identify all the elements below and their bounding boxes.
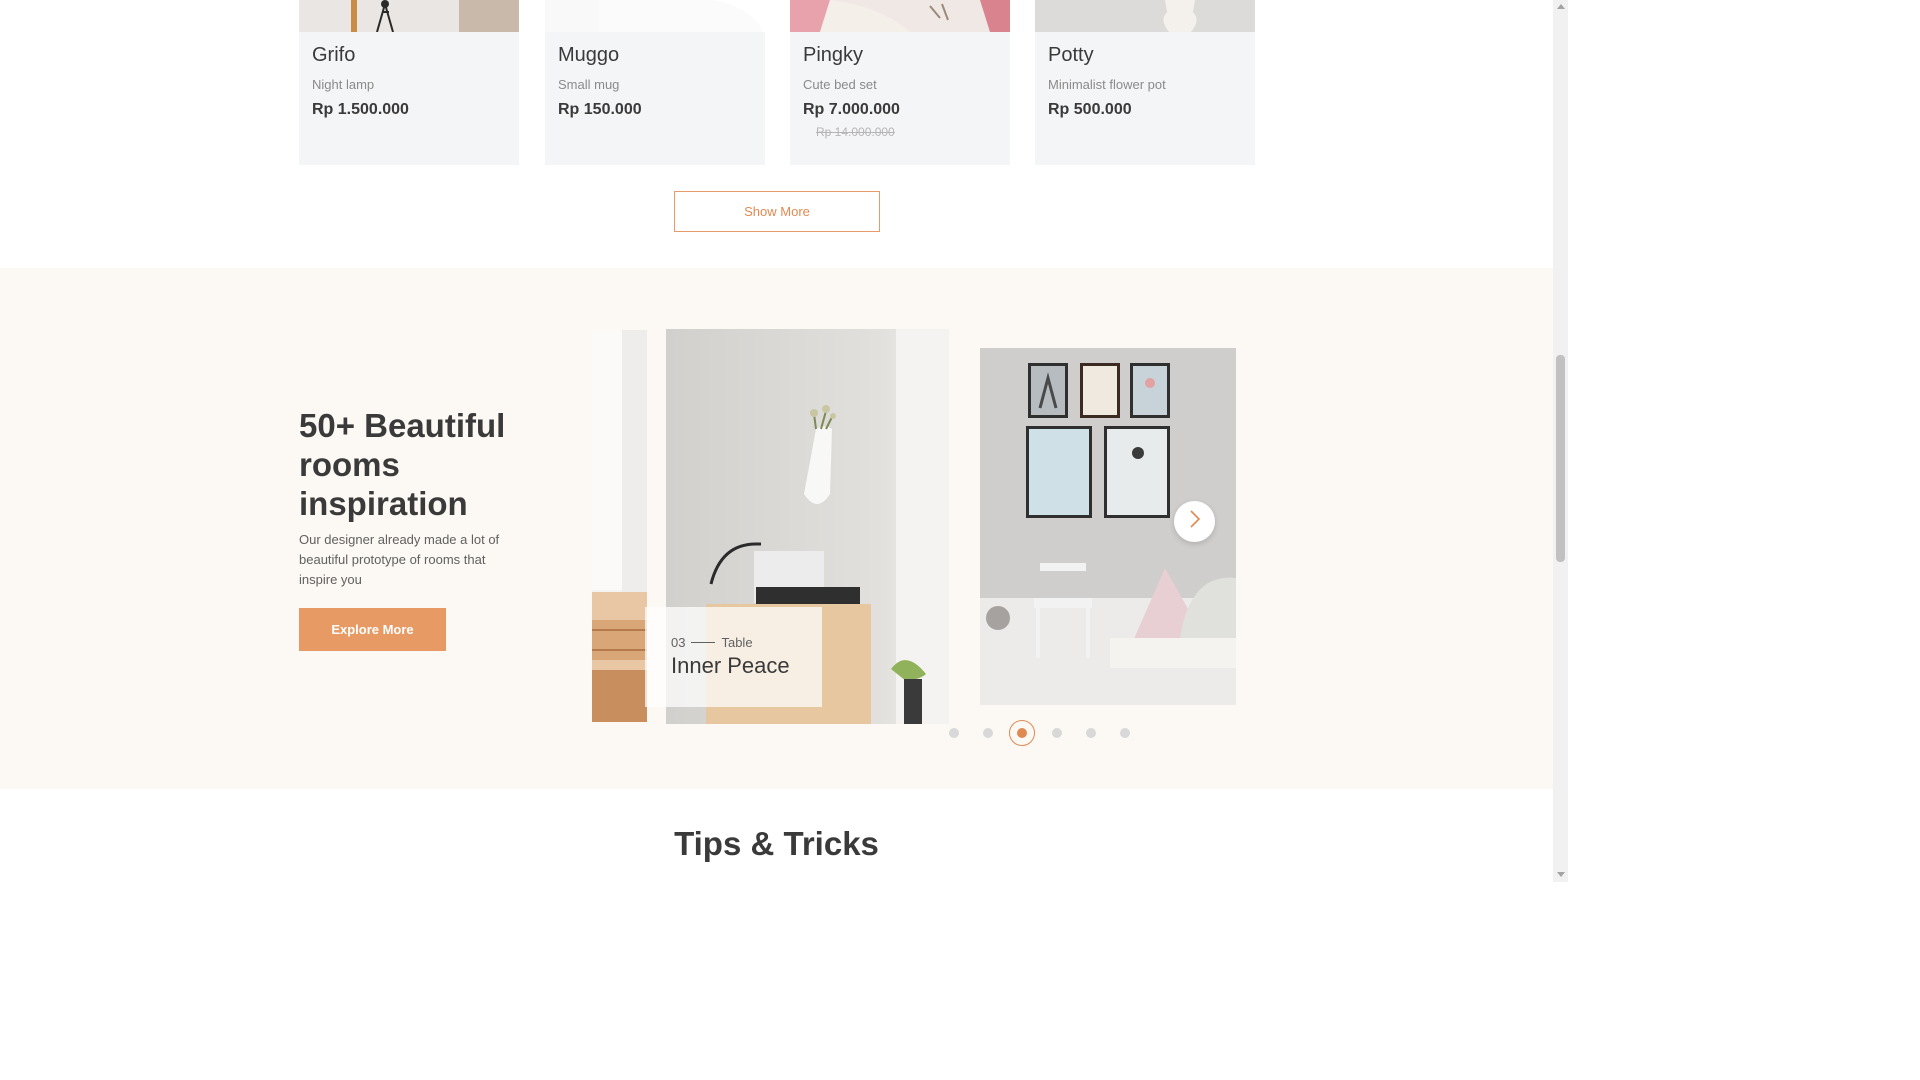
caption-number: 03 — [671, 635, 686, 650]
carousel-dot-3[interactable] — [1009, 720, 1035, 746]
inspiration-title: 50+ Beautiful rooms inspiration — [299, 407, 506, 522]
product-card-potty[interactable]: Potty Minimalist flower pot Rp 500.000 — [1035, 0, 1255, 165]
show-more-button[interactable]: Show More — [674, 191, 880, 232]
scroll-down-icon[interactable] — [1557, 872, 1565, 877]
carousel-dot-4[interactable] — [1052, 728, 1062, 738]
caption-meta: 03 Table — [671, 635, 753, 650]
caption-title: Inner Peace — [671, 653, 790, 678]
inspiration-subtitle: Our designer already made a lot of beaut… — [299, 532, 500, 587]
chevron-right-icon — [1187, 509, 1203, 534]
slide-caption: 03 Table Inner Peace — [645, 607, 822, 707]
caption-divider — [691, 642, 716, 643]
product-description: Cute bed set — [803, 77, 877, 92]
scrollbar[interactable] — [1553, 0, 1568, 882]
rooms-inspiration-section: 50+ Beautiful rooms inspiration Our desi… — [0, 268, 1553, 789]
product-price: Rp 500.000 — [1048, 101, 1132, 118]
carousel-dot-5[interactable] — [1086, 728, 1096, 738]
carousel-dots — [940, 720, 1140, 746]
product-image — [545, 0, 765, 32]
product-description: Small mug — [558, 77, 620, 92]
carousel-dot-2[interactable] — [983, 728, 993, 738]
scroll-up-icon[interactable] — [1557, 4, 1565, 9]
product-card-pingky[interactable]: Pingky Cute bed set Rp 7.000.000 Rp 14.0… — [790, 0, 1010, 165]
product-image — [299, 0, 519, 32]
product-image — [790, 0, 1010, 32]
carousel-dot-6[interactable] — [1120, 728, 1130, 738]
carousel-dot-1[interactable] — [949, 728, 959, 738]
product-card-muggo[interactable]: Muggo Small mug Rp 150.000 — [545, 0, 765, 165]
product-old-price: Rp 14.000.000 — [816, 125, 895, 139]
product-description: Minimalist flower pot — [1048, 77, 1166, 92]
product-price: Rp 1.500.000 — [312, 101, 409, 118]
product-card-grifo[interactable]: Grifo Night lamp Rp 1.500.000 — [299, 0, 519, 165]
product-image — [1035, 0, 1255, 32]
product-description: Night lamp — [312, 77, 375, 92]
product-name: Grifo — [312, 44, 356, 66]
product-name: Pingky — [803, 44, 864, 66]
tips-title: Tips & Tricks — [674, 825, 879, 862]
page: Grifo Night lamp Rp 1.500.000 Muggo Smal… — [0, 0, 1568, 882]
product-name: Potty — [1048, 44, 1094, 66]
caption-category: Table — [721, 635, 753, 650]
product-grid: Grifo Night lamp Rp 1.500.000 Muggo Smal… — [0, 0, 1553, 268]
product-price: Rp 150.000 — [558, 101, 642, 118]
product-price: Rp 7.000.000 — [803, 101, 900, 118]
carousel-next-button[interactable] — [1174, 501, 1215, 542]
room-slide-previous[interactable] — [592, 330, 647, 722]
scrollbar-thumb[interactable] — [1556, 355, 1565, 562]
product-name: Muggo — [558, 44, 620, 66]
explore-more-button[interactable]: Explore More — [299, 608, 446, 651]
